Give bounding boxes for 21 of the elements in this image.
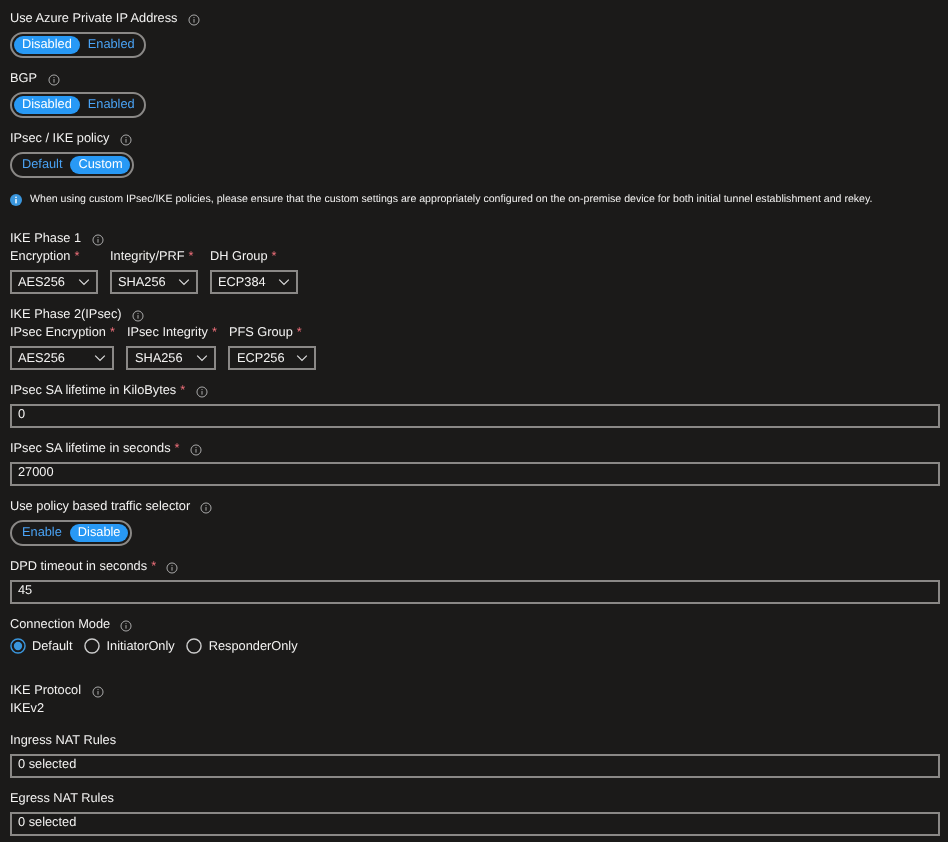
info-icon[interactable]	[187, 13, 200, 25]
info-icon[interactable]	[195, 385, 208, 397]
radio-button[interactable]	[84, 638, 101, 654]
info-icon[interactable]	[200, 501, 213, 513]
radio-button[interactable]	[10, 638, 26, 654]
info-icon[interactable]	[119, 133, 132, 145]
info-icon[interactable]	[131, 309, 144, 321]
info-icon	[10, 194, 22, 206]
chevron-icon	[78, 278, 90, 286]
chevron-icon	[278, 278, 290, 286]
info-icon[interactable]	[91, 685, 104, 697]
radio-button[interactable]	[186, 638, 203, 654]
info-icon[interactable]	[189, 443, 202, 455]
info-icon[interactable]	[47, 73, 59, 85]
info-icon[interactable]	[166, 561, 179, 573]
info-icon[interactable]	[91, 233, 104, 245]
chevron-icon	[196, 354, 209, 362]
chevron-icon	[94, 354, 107, 362]
chevron-icon	[178, 278, 190, 286]
chevron-icon	[296, 354, 309, 362]
info-icon[interactable]	[120, 619, 133, 631]
